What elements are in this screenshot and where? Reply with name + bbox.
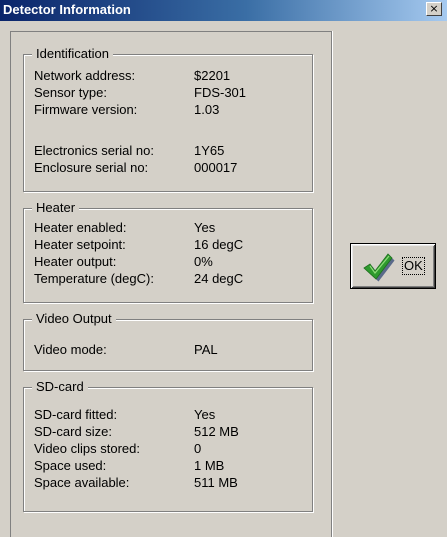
close-icon: × (429, 2, 439, 15)
window-title: Detector Information (3, 2, 131, 17)
video-clips-stored-label: Video clips stored: (34, 441, 140, 456)
video-mode-value: PAL (194, 342, 218, 357)
sd-card-fitted-label: SD-card fitted: (34, 407, 118, 422)
heater-group: Heater Heater enabled: Yes Heater setpoi… (23, 200, 313, 303)
network-address-value: $2201 (194, 68, 231, 83)
identification-group-title: Identification (32, 46, 113, 62)
sd-card-size-label: SD-card size: (34, 424, 113, 439)
sd-card-group: SD-card SD-card fitted: Yes SD-card size… (23, 379, 313, 512)
heater-enabled-value: Yes (194, 220, 216, 235)
electronics-serial-label: Electronics serial no: (34, 143, 154, 158)
sd-card-fitted-value: Yes (194, 407, 216, 422)
enclosure-serial-label: Enclosure serial no: (34, 160, 149, 175)
space-available-label: Space available: (34, 475, 130, 490)
sd-card-group-title: SD-card (32, 379, 88, 395)
ok-button-label: OK (402, 257, 425, 275)
sensor-type-value: FDS-301 (194, 85, 247, 100)
firmware-version-value: 1.03 (194, 102, 220, 117)
network-address-label: Network address: (34, 68, 136, 83)
heater-output-label: Heater output: (34, 254, 117, 269)
detector-information-dialog: Detector Information × Identification Ne… (0, 0, 447, 537)
panel-divider-highlight (332, 31, 333, 537)
ok-button[interactable]: OK (350, 243, 436, 289)
heater-setpoint-label: Heater setpoint: (34, 237, 126, 252)
space-used-label: Space used: (34, 458, 107, 473)
video-output-group: Video Output Video mode: PAL (23, 311, 313, 371)
electronics-serial-value: 1Y65 (194, 143, 225, 158)
heater-group-title: Heater (32, 200, 80, 216)
space-available-value: 511 MB (194, 475, 238, 490)
title-bar[interactable]: Detector Information × (0, 0, 447, 21)
temperature-label: Temperature (degC): (34, 271, 154, 286)
checkmark-icon (363, 253, 395, 282)
sd-card-size-value: 512 MB (194, 424, 239, 439)
firmware-version-label: Firmware version: (34, 102, 138, 117)
video-output-group-title: Video Output (32, 311, 116, 327)
heater-enabled-label: Heater enabled: (34, 220, 127, 235)
heater-output-value: 0% (194, 254, 213, 269)
video-mode-label: Video mode: (34, 342, 107, 357)
video-clips-stored-value: 0 (194, 441, 202, 456)
heater-setpoint-value: 16 degC (194, 237, 244, 252)
close-button[interactable]: × (426, 2, 442, 16)
identification-group: Identification Network address: $2201 Se… (23, 46, 313, 192)
temperature-value: 24 degC (194, 271, 244, 286)
sensor-type-label: Sensor type: (34, 85, 107, 100)
space-used-value: 1 MB (194, 458, 225, 473)
enclosure-serial-value: 000017 (194, 160, 238, 175)
